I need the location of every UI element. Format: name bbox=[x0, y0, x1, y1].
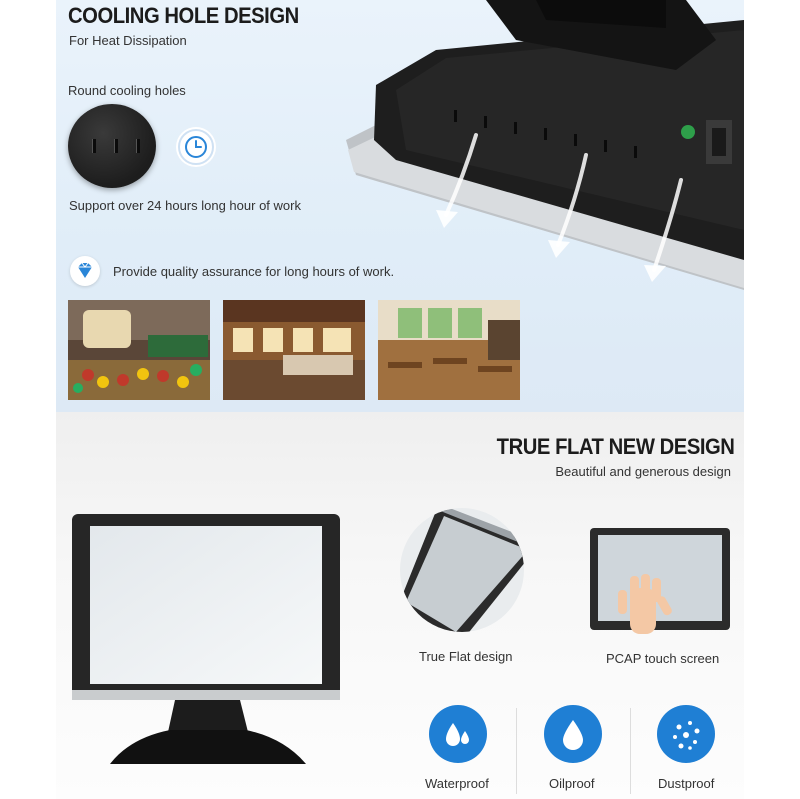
cooling-holes-label: Round cooling holes bbox=[68, 83, 186, 98]
pcap-caption: PCAP touch screen bbox=[606, 651, 720, 666]
cooling-title: COOLING HOLE DESIGN bbox=[68, 3, 299, 28]
monitor-back-image bbox=[346, 0, 744, 290]
cooling-section: COOLING HOLE DESIGN For Heat Dissipation… bbox=[56, 0, 744, 412]
feature-label-oilproof: Oilproof bbox=[549, 776, 595, 791]
true-flat-closeup-image bbox=[400, 508, 524, 632]
support-hours-text: Support over 24 hours long hour of work bbox=[69, 198, 301, 213]
dust-dots-icon bbox=[657, 705, 715, 763]
flat-design-section: TRUE FLAT NEW DESIGN Beautiful and gener… bbox=[56, 412, 744, 799]
feature-divider bbox=[630, 708, 631, 794]
feature-label-dustproof: Dustproof bbox=[658, 776, 715, 791]
cooling-holes-closeup-image bbox=[68, 104, 156, 188]
feature-label-waterproof: Waterproof bbox=[425, 776, 489, 791]
true-flat-caption: True Flat design bbox=[419, 649, 513, 664]
cafe-dining-photo bbox=[378, 300, 520, 400]
clock-icon bbox=[178, 129, 214, 165]
pcap-touch-image bbox=[590, 528, 730, 634]
pos-monitor-image bbox=[72, 514, 340, 764]
cooling-subtitle: For Heat Dissipation bbox=[69, 33, 187, 48]
water-drops-icon bbox=[429, 705, 487, 763]
diamond-icon bbox=[70, 256, 100, 286]
quality-assurance-text: Provide quality assurance for long hours… bbox=[113, 264, 395, 279]
flat-subtitle: Beautiful and generous design bbox=[555, 464, 731, 479]
feature-divider bbox=[516, 708, 517, 794]
oil-drop-icon bbox=[544, 705, 602, 763]
flat-title: TRUE FLAT NEW DESIGN bbox=[496, 434, 734, 459]
restaurant-bar-photo bbox=[223, 300, 365, 400]
supermarket-photo bbox=[68, 300, 210, 400]
